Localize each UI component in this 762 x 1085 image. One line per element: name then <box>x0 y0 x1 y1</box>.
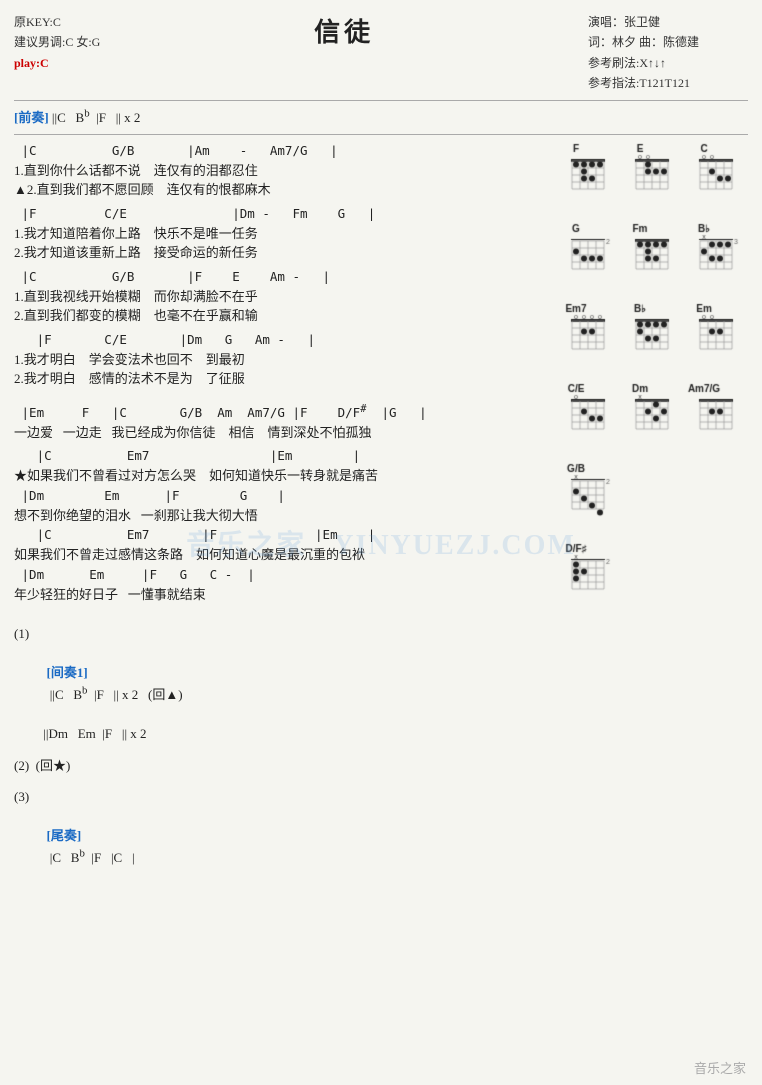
lyric-row-2b: 2.我才知道该重新上路 接受命运的新任务 <box>14 243 550 263</box>
prelude-chords: ||C Bb |F || x 2 <box>52 110 141 125</box>
artist: 演唱：张卫健 <box>588 12 748 32</box>
main-content: |C G/B |Am - Am7/G | 1.直到你什么话都不说 连仅有的泪都忍… <box>14 141 748 891</box>
outro-chords: |C Bb |F |C | <box>47 850 135 865</box>
credits: 词：林夕 曲：陈德建 <box>588 32 748 52</box>
ref-finger: 参考指法:T121T121 <box>588 73 748 93</box>
lyric-row-4b: 2.我才明白 感情的法术不是为 了征服 <box>14 369 550 389</box>
lyric-row-6: ★如果我们不曾看过对方怎么哭 如何知道快乐一转身就是痛苦 <box>14 466 550 486</box>
page: 原KEY:C 建议男调:C 女:G play:C 信徒 演唱：张卫健 词：林夕 … <box>0 0 762 1085</box>
chord-row-3: |C G/B |F E Am - | <box>14 267 550 287</box>
verse1: |C G/B |Am - Am7/G | 1.直到你什么话都不说 连仅有的泪都忍… <box>14 141 550 200</box>
divider-2 <box>14 134 748 135</box>
prelude: [前奏] ||C Bb |F || x 2 <box>14 107 748 126</box>
star-verse: |C Em7 |Em | ★如果我们不曾看过对方怎么哭 如何知道快乐一转身就是痛… <box>14 446 550 604</box>
suggested-key: 建议男调:C 女:G <box>14 32 100 52</box>
original-key: 原KEY:C <box>14 12 100 32</box>
chord-row-2: |F C/E |Dm - Fm G | <box>14 204 550 224</box>
interlude1b-line: ||Dm Em |F || x 2 <box>14 724 550 744</box>
play-key: play:C <box>14 53 100 73</box>
header-center: 信徒 <box>100 12 588 49</box>
verse3: |C G/B |F E Am - | 1.直到我视线开始模糊 而你却满脸不在乎 … <box>14 267 550 326</box>
chorus1: |Em F |C G/B Am Am7/G |F D/F# |G | 一边爱 一… <box>14 401 550 443</box>
chord-row-4: |F C/E |Dm G Am - | <box>14 330 550 350</box>
interlude1-line: [间奏1] ||C Bb |F || x 2 (回▲) <box>14 644 550 724</box>
section-3: (3) [尾奏] |C Bb |F |C | <box>14 787 550 887</box>
section-2: (2) (回★) <box>14 756 550 776</box>
verse2: |F C/E |Dm - Fm G | 1.我才知道陪着你上路 快乐不是唯一任务… <box>14 204 550 263</box>
divider-top <box>14 100 748 101</box>
lyric-row-8: 如果我们不曾走过感情这条路 如何知道心魔是最沉重的包袱 <box>14 545 550 565</box>
footer-logo: 音乐之家 <box>694 1058 746 1077</box>
section-1-label: (1) <box>14 624 550 644</box>
outro-line: [尾奏] |C Bb |F |C | <box>14 807 550 887</box>
lyric-row-3a: 1.直到我视线开始模糊 而你却满脸不在乎 <box>14 287 550 307</box>
song-title: 信徒 <box>100 12 588 49</box>
header-right: 演唱：张卫健 词：林夕 曲：陈德建 参考刷法:X↑↓↑ 参考指法:T121T12… <box>588 12 748 94</box>
chord-row-1: |C G/B |Am - Am7/G | <box>14 141 550 161</box>
lyric-row-3b: 2.直到我们都变的模糊 也毫不在乎赢和输 <box>14 306 550 326</box>
chord-diagrams <box>558 141 748 891</box>
chord-row-5: |Em F |C G/B Am Am7/G |F D/F# |G | <box>14 401 550 423</box>
verse4: |F C/E |Dm G Am - | 1.我才明白 学会变法术也回不 到最初 … <box>14 330 550 389</box>
prelude-label: [前奏] <box>14 110 49 125</box>
lyric-row-1a: 1.直到你什么话都不说 连仅有的泪都忍住 <box>14 161 550 181</box>
section-3-label: (3) <box>14 787 550 807</box>
section-2-label: (2) (回★) <box>14 756 550 776</box>
lyric-row-9: 年少轻狂的好日子 一懂事就结束 <box>14 585 550 605</box>
lyric-row-7: 想不到你绝望的泪水 一刹那让我大彻大悟 <box>14 506 550 526</box>
outro-label: [尾奏] <box>47 828 82 843</box>
lyric-row-4a: 1.我才明白 学会变法术也回不 到最初 <box>14 350 550 370</box>
chord-row-8: |C Em7 |F |Em | <box>14 525 550 545</box>
interlude1-chords: ||C Bb |F || x 2 (回▲) <box>47 687 183 702</box>
chord-canvas <box>558 141 746 701</box>
chord-row-7: |Dm Em |F G | <box>14 486 550 506</box>
lyric-row-5: 一边爱 一边走 我已经成为你信徒 相信 情到深处不怕孤独 <box>14 423 550 443</box>
lyrics-section: |C G/B |Am - Am7/G | 1.直到你什么话都不说 连仅有的泪都忍… <box>14 141 550 891</box>
header: 原KEY:C 建议男调:C 女:G play:C 信徒 演唱：张卫健 词：林夕 … <box>14 12 748 94</box>
ref-strum: 参考刷法:X↑↓↑ <box>588 53 748 73</box>
lyric-row-1b: ▲2.直到我们都不愿回顾 连仅有的恨都麻木 <box>14 180 550 200</box>
header-left: 原KEY:C 建议男调:C 女:G play:C <box>14 12 100 73</box>
lyric-row-2a: 1.我才知道陪着你上路 快乐不是唯一任务 <box>14 224 550 244</box>
section-1: (1) [间奏1] ||C Bb |F || x 2 (回▲) ||Dm Em … <box>14 624 550 743</box>
interlude1-label: [间奏1] <box>47 665 88 680</box>
chord-row-6: |C Em7 |Em | <box>14 446 550 466</box>
chord-row-9: |Dm Em |F G C - | <box>14 565 550 585</box>
